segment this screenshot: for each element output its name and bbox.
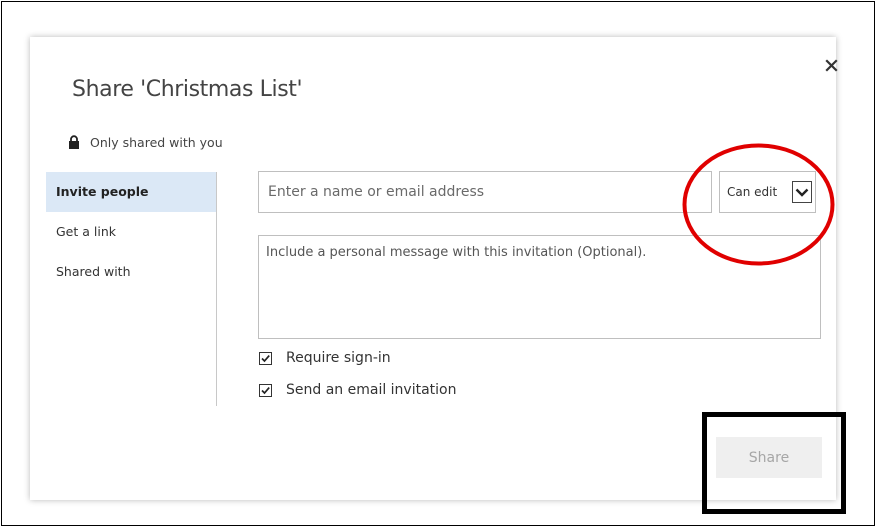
require-signin-label: Require sign-in <box>286 350 391 366</box>
nav-divider <box>216 172 217 406</box>
send-email-label: Send an email invitation <box>286 382 457 398</box>
nav-item-invite-people[interactable]: Invite people <box>46 172 216 212</box>
annotation-circle <box>682 143 835 266</box>
send-email-row: Send an email invitation <box>259 381 457 399</box>
require-signin-row: Require sign-in <box>259 349 391 367</box>
require-signin-checkbox[interactable] <box>259 351 272 365</box>
dialog-title: Share 'Christmas List' <box>72 77 303 102</box>
lock-icon <box>69 135 79 149</box>
send-email-checkbox[interactable] <box>259 383 272 397</box>
email-input[interactable] <box>258 171 712 213</box>
checkmark-icon <box>261 386 270 394</box>
privacy-text: Only shared with you <box>90 134 223 150</box>
share-nav: Invite people Get a link Shared with <box>46 172 216 292</box>
nav-item-get-a-link[interactable]: Get a link <box>46 212 216 252</box>
privacy-status: Only shared with you <box>68 134 223 150</box>
checkmark-icon <box>261 354 270 362</box>
nav-item-shared-with[interactable]: Shared with <box>46 252 216 292</box>
close-icon[interactable] <box>824 58 840 74</box>
annotation-box <box>702 412 846 514</box>
